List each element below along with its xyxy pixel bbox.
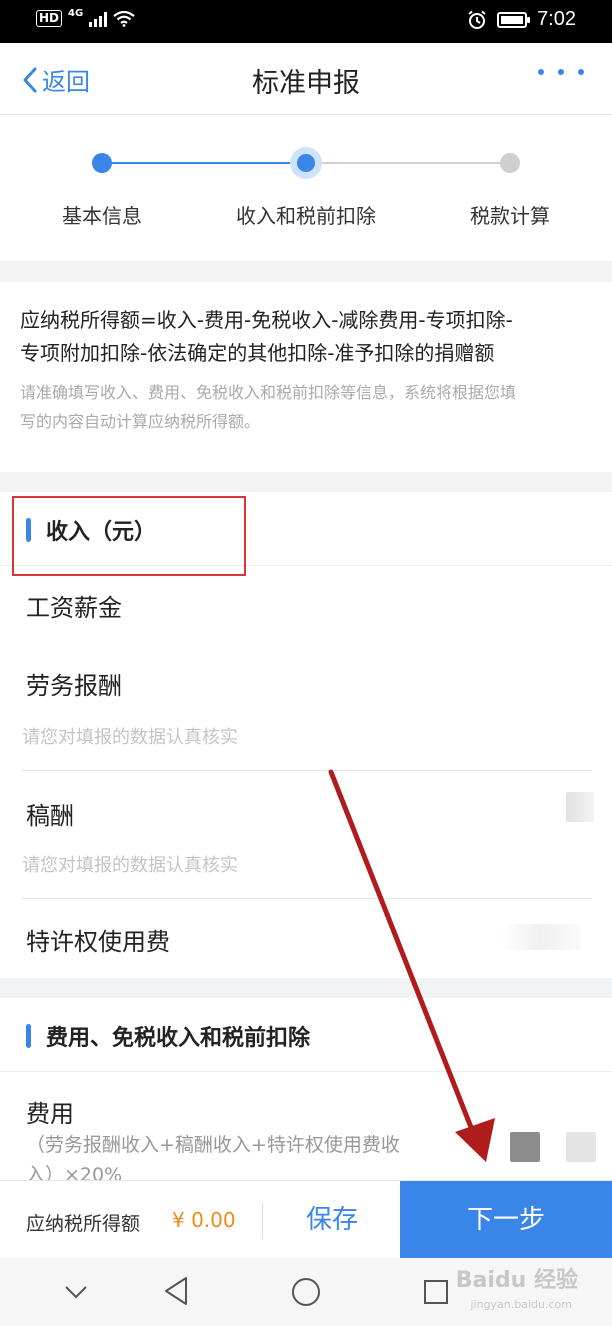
income-row-royalty-hint: 请您对填报的数据认真核实 [22,855,238,876]
section-gap [0,978,612,998]
income-row-salary[interactable]: 工资薪金 [26,588,122,623]
action-divider [262,1203,263,1239]
page-title: 标准申报 [252,68,360,99]
income-row-labor[interactable]: 劳务报酬 [26,666,122,701]
hd-indicator: HD [36,10,63,27]
expense-value-blurred [510,1132,540,1162]
row-divider [22,898,592,899]
row-divider [22,770,592,771]
step-label-income: 收入和税前扣除 [236,204,376,228]
status-bar: HD 4G 7:02 [0,0,612,43]
clock: 7:02 [537,8,576,30]
recents-square-icon[interactable] [422,1278,450,1306]
deduction-row-expense[interactable]: 费用 [26,1094,74,1129]
bottom-action-bar: 应纳税所得额 ¥ 0.00 保存 下一步 [0,1180,612,1259]
royalty-value-blurred [566,792,594,822]
step-dot-done [92,153,112,173]
franchise-value-blurred [500,924,580,950]
expense-note-line-1: （劳务报酬收入+稿酬收入+特许权使用费收 [26,1134,400,1156]
back-triangle-icon[interactable] [162,1276,190,1306]
next-step-button[interactable]: 下一步 [400,1181,612,1259]
formula-hint-line-2: 写的内容自动计算应纳税所得额。 [20,412,261,431]
home-circle-icon[interactable] [290,1276,322,1308]
wifi-icon [113,10,135,27]
step-dot-current-inner [297,154,315,172]
section-gap [0,261,612,282]
watermark-logo: Baidu 经验 [455,1268,578,1293]
network-type: 4G [68,8,84,19]
formula-line-1: 应纳税所得额=收入-费用-免税收入-减除费用-专项扣除- [20,308,513,332]
taxable-income-label: 应纳税所得额 [26,1213,141,1235]
step-label-basic-info: 基本信息 [62,204,142,228]
step-connector-done [102,162,306,164]
section-accent-bar [26,1024,31,1048]
deductions-section-title: 费用、免税收入和税前扣除 [46,1026,311,1051]
formula-line-2: 专项附加扣除-依法确定的其他扣除-准予扣除的捐赠额 [20,341,495,365]
more-dot-icon [558,69,564,75]
signal-icon [89,11,108,27]
progress-stepper: 基本信息 收入和税前扣除 税款计算 [0,116,612,261]
chevron-down-icon[interactable] [64,1284,88,1300]
formula-hint-line-1: 请准确填写收入、费用、免税收入和税前扣除等信息，系统将根据您填 [20,383,517,402]
taxable-income-value: ¥ 0.00 [172,1208,236,1232]
deductions-section: 费用、免税收入和税前扣除 费用 （劳务报酬收入+稿酬收入+特许权使用费收 入）×… [0,998,612,1186]
step-label-tax-calc: 税款计算 [470,204,550,228]
nav-bar: 返回 标准申报 [0,43,612,115]
step-dot-pending [500,153,520,173]
more-dot-icon [578,69,584,75]
income-row-labor-hint: 请您对填报的数据认真核实 [22,727,238,748]
income-row-royalty[interactable]: 稿酬 [26,796,74,831]
more-menu-button[interactable] [538,69,584,75]
alarm-icon [468,10,486,29]
battery-icon [497,11,531,28]
deductions-section-header: 费用、免税收入和税前扣除 [0,998,612,1072]
formula-hint: 请准确填写收入、费用、免税收入和税前扣除等信息，系统将根据您填 写的内容自动计算… [20,378,592,436]
formula-description: 应纳税所得额=收入-费用-免税收入-减除费用-专项扣除- 专项附加扣除-依法确定… [0,282,612,472]
expense-value-blurred [566,1132,596,1162]
step-connector-pending [306,162,510,164]
section-gap [0,472,612,492]
more-dot-icon [538,69,544,75]
status-right: 7:02 [467,8,576,31]
highlight-annotation-box [12,496,246,576]
income-row-franchise[interactable]: 特许权使用费 [26,922,170,957]
watermark-url: jingyan.baidu.com [470,1298,572,1311]
save-button[interactable]: 保存 [272,1181,392,1259]
status-left: HD 4G [36,8,135,27]
